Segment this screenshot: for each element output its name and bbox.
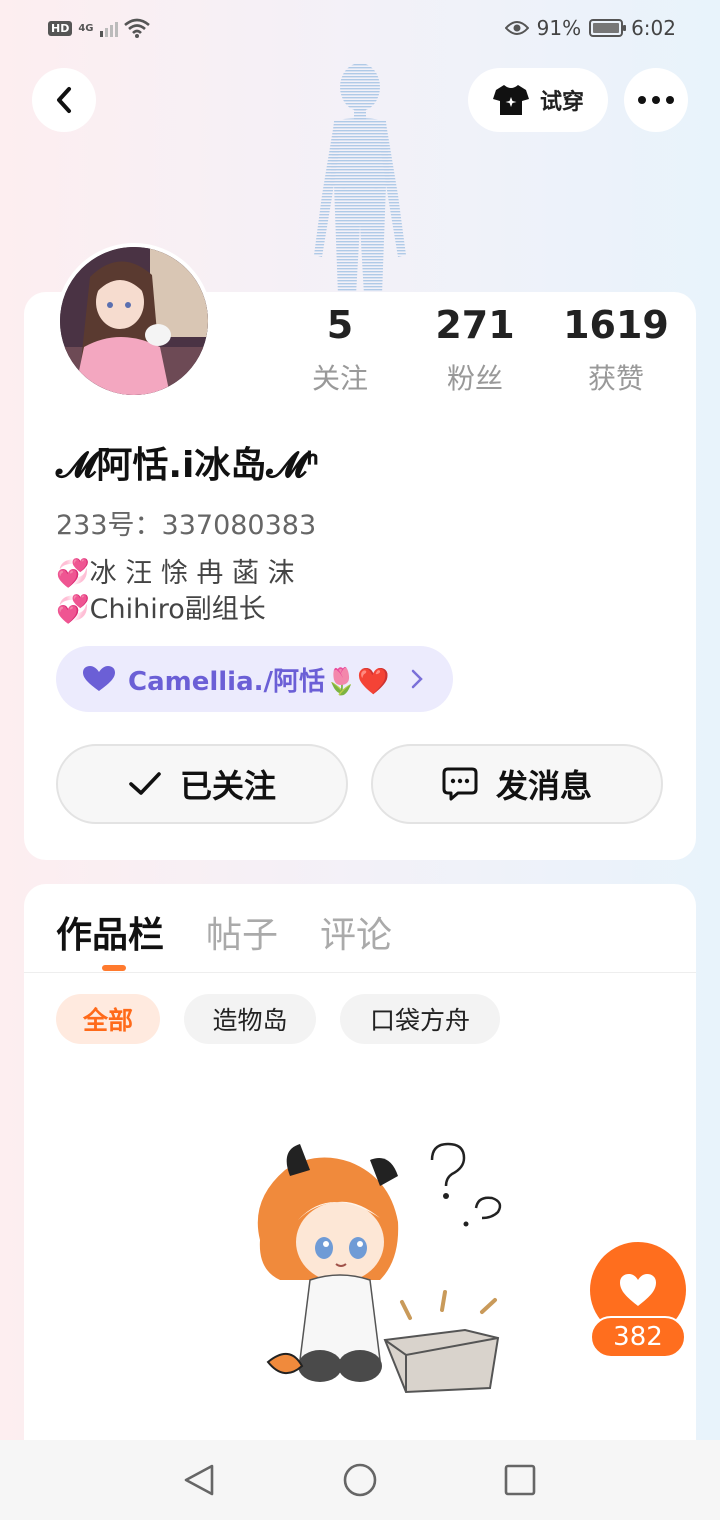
stat-following[interactable]: 5 关注	[270, 303, 410, 397]
following-count: 5	[326, 303, 354, 347]
nav-home-icon[interactable]	[343, 1463, 377, 1497]
filter-chip-creation-island[interactable]: 造物岛	[184, 994, 316, 1044]
battery-icon	[589, 19, 627, 37]
network-type: 4G	[78, 22, 94, 34]
avatar[interactable]	[56, 243, 212, 399]
purple-heart-icon	[83, 666, 115, 691]
filter-chip-all[interactable]: 全部	[56, 994, 160, 1044]
tab-comments[interactable]: 评论	[320, 906, 392, 958]
like-count: 382	[590, 1316, 686, 1358]
content-tabs: 作品栏 帖子 评论	[56, 906, 392, 958]
following-button-label: 已关注	[179, 767, 276, 805]
avatar-figure-preview[interactable]	[300, 55, 420, 295]
send-message-button[interactable]: 发消息	[371, 744, 663, 824]
following-button[interactable]: 已关注	[56, 744, 348, 824]
bio-text: Chihiro副组长	[89, 594, 266, 625]
more-button[interactable]	[624, 68, 688, 132]
bio-line: 💞Chihiro副组长	[56, 592, 295, 628]
guild-badge[interactable]: Camellia./阿恬🌷❤️	[56, 646, 453, 712]
clock: 6:02	[631, 16, 676, 40]
nav-recents-icon[interactable]	[504, 1464, 536, 1496]
bio: 💞冰 汪 悇 冉 菡 沫 💞Chihiro副组长	[56, 556, 295, 628]
chevron-left-icon	[57, 87, 71, 113]
followers-label: 粉丝	[446, 362, 503, 395]
wifi-icon	[123, 18, 150, 38]
tabs-divider	[24, 972, 696, 973]
status-right: 91% 6:02	[504, 16, 676, 40]
following-label: 关注	[311, 362, 368, 395]
filter-chip-pocket-ark[interactable]: 口袋方舟	[340, 994, 500, 1044]
status-left: HD 4G	[48, 18, 150, 38]
guild-label: Camellia./阿恬🌷❤️	[128, 666, 390, 697]
tab-works[interactable]: 作品栏	[56, 906, 164, 958]
stat-followers[interactable]: 271 粉丝	[405, 303, 545, 397]
send-message-label: 发消息	[495, 767, 592, 805]
avatar-image	[60, 247, 208, 395]
likes-received-count: 1619	[563, 303, 669, 347]
active-tab-indicator	[102, 965, 126, 971]
try-on-label: 试穿	[539, 90, 584, 115]
bio-emoji: 💞	[56, 558, 90, 589]
eye-icon	[504, 21, 529, 35]
chat-bubble-icon	[442, 767, 478, 801]
system-nav-bar	[0, 1440, 720, 1520]
ellipsis-icon	[638, 96, 674, 104]
tshirt-icon	[492, 85, 529, 115]
back-button[interactable]	[32, 68, 96, 132]
try-on-button[interactable]: 试穿	[468, 68, 608, 132]
stat-likes[interactable]: 1619 获赞	[546, 303, 686, 397]
likes-received-label: 获赞	[587, 362, 644, 395]
nickname: 𝓜阿恬.i冰岛𝓜ᑋ	[56, 445, 319, 486]
tab-posts[interactable]: 帖子	[206, 906, 278, 958]
chevron-right-icon	[411, 669, 423, 689]
nav-back-icon[interactable]	[184, 1464, 214, 1496]
heart-icon	[620, 1274, 656, 1306]
bio-line: 💞冰 汪 悇 冉 菡 沫	[56, 556, 295, 592]
signal-icon	[99, 19, 118, 37]
followers-count: 271	[435, 303, 515, 347]
battery-percent: 91%	[536, 16, 582, 40]
empty-state-illustration	[257, 1142, 502, 1394]
user-id[interactable]: 233号：337080383	[56, 503, 316, 542]
check-icon	[129, 772, 161, 795]
hd-badge: HD	[48, 20, 73, 36]
status-bar: HD 4G 91% 6:02	[0, 0, 720, 56]
bio-emoji: 💞	[56, 594, 90, 625]
bio-text: 冰 汪 悇 冉 菡 沫	[89, 558, 295, 589]
